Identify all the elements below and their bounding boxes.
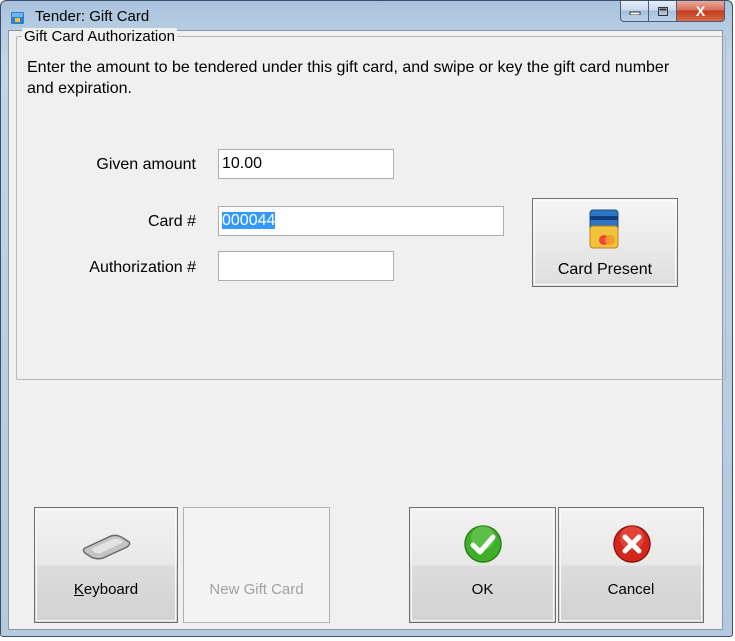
new-gift-card-button[interactable]: New Gift Card [183,507,330,623]
card-present-button[interactable]: Card Present [532,198,678,287]
keyboard-button[interactable]: Keyboard [34,507,178,623]
card-present-label: Card Present [557,261,653,278]
credit-card-icon [589,209,619,249]
minimize-button[interactable] [620,1,649,22]
maximize-icon [657,6,668,16]
minimize-icon [629,11,640,15]
checkmark-icon [464,525,502,563]
keyboard-label: Keyboard [73,581,139,598]
close-button[interactable]: X [677,1,725,22]
cancel-button[interactable]: Cancel [558,507,704,623]
window-title: Tender: Gift Card [35,8,150,25]
gift-card-app-icon [11,12,24,24]
given-amount-value: 10.00 [222,155,263,172]
given-amount-label: Given amount [96,156,196,173]
group-legend: Gift Card Authorization [22,28,177,46]
close-icon: X [695,3,706,19]
ok-label: OK [471,581,494,598]
keyboard-icon [82,534,131,560]
new-gift-card-label: New Gift Card [209,581,304,598]
given-amount-input[interactable]: 10.00 [218,149,394,179]
instructions-text: Enter the amount to be tendered under th… [27,59,670,97]
card-number-input[interactable]: 000044 [218,206,504,236]
cancel-x-icon [613,525,651,563]
card-number-value: 000044 [222,212,276,229]
authorization-input[interactable] [218,251,394,281]
authorization-label: Authorization # [89,259,196,276]
ok-button[interactable]: OK [409,507,556,623]
card-number-label: Card # [147,213,196,230]
maximize-button[interactable] [649,1,677,22]
title-bar[interactable]: Tender: Gift Card X [1,1,732,31]
cancel-label: Cancel [607,581,655,598]
